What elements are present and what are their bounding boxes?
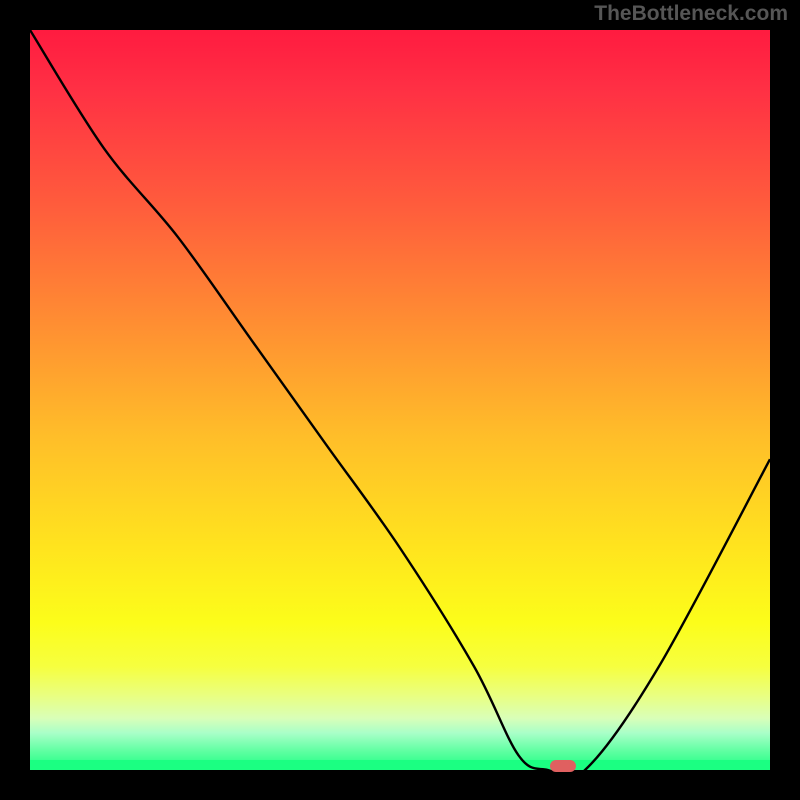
curve-svg [30, 30, 770, 770]
plot-area [30, 30, 770, 770]
chart-frame: TheBottleneck.com [0, 0, 800, 800]
minimum-marker [550, 760, 576, 772]
watermark-text: TheBottleneck.com [594, 2, 788, 26]
bottleneck-curve-path [30, 30, 770, 770]
